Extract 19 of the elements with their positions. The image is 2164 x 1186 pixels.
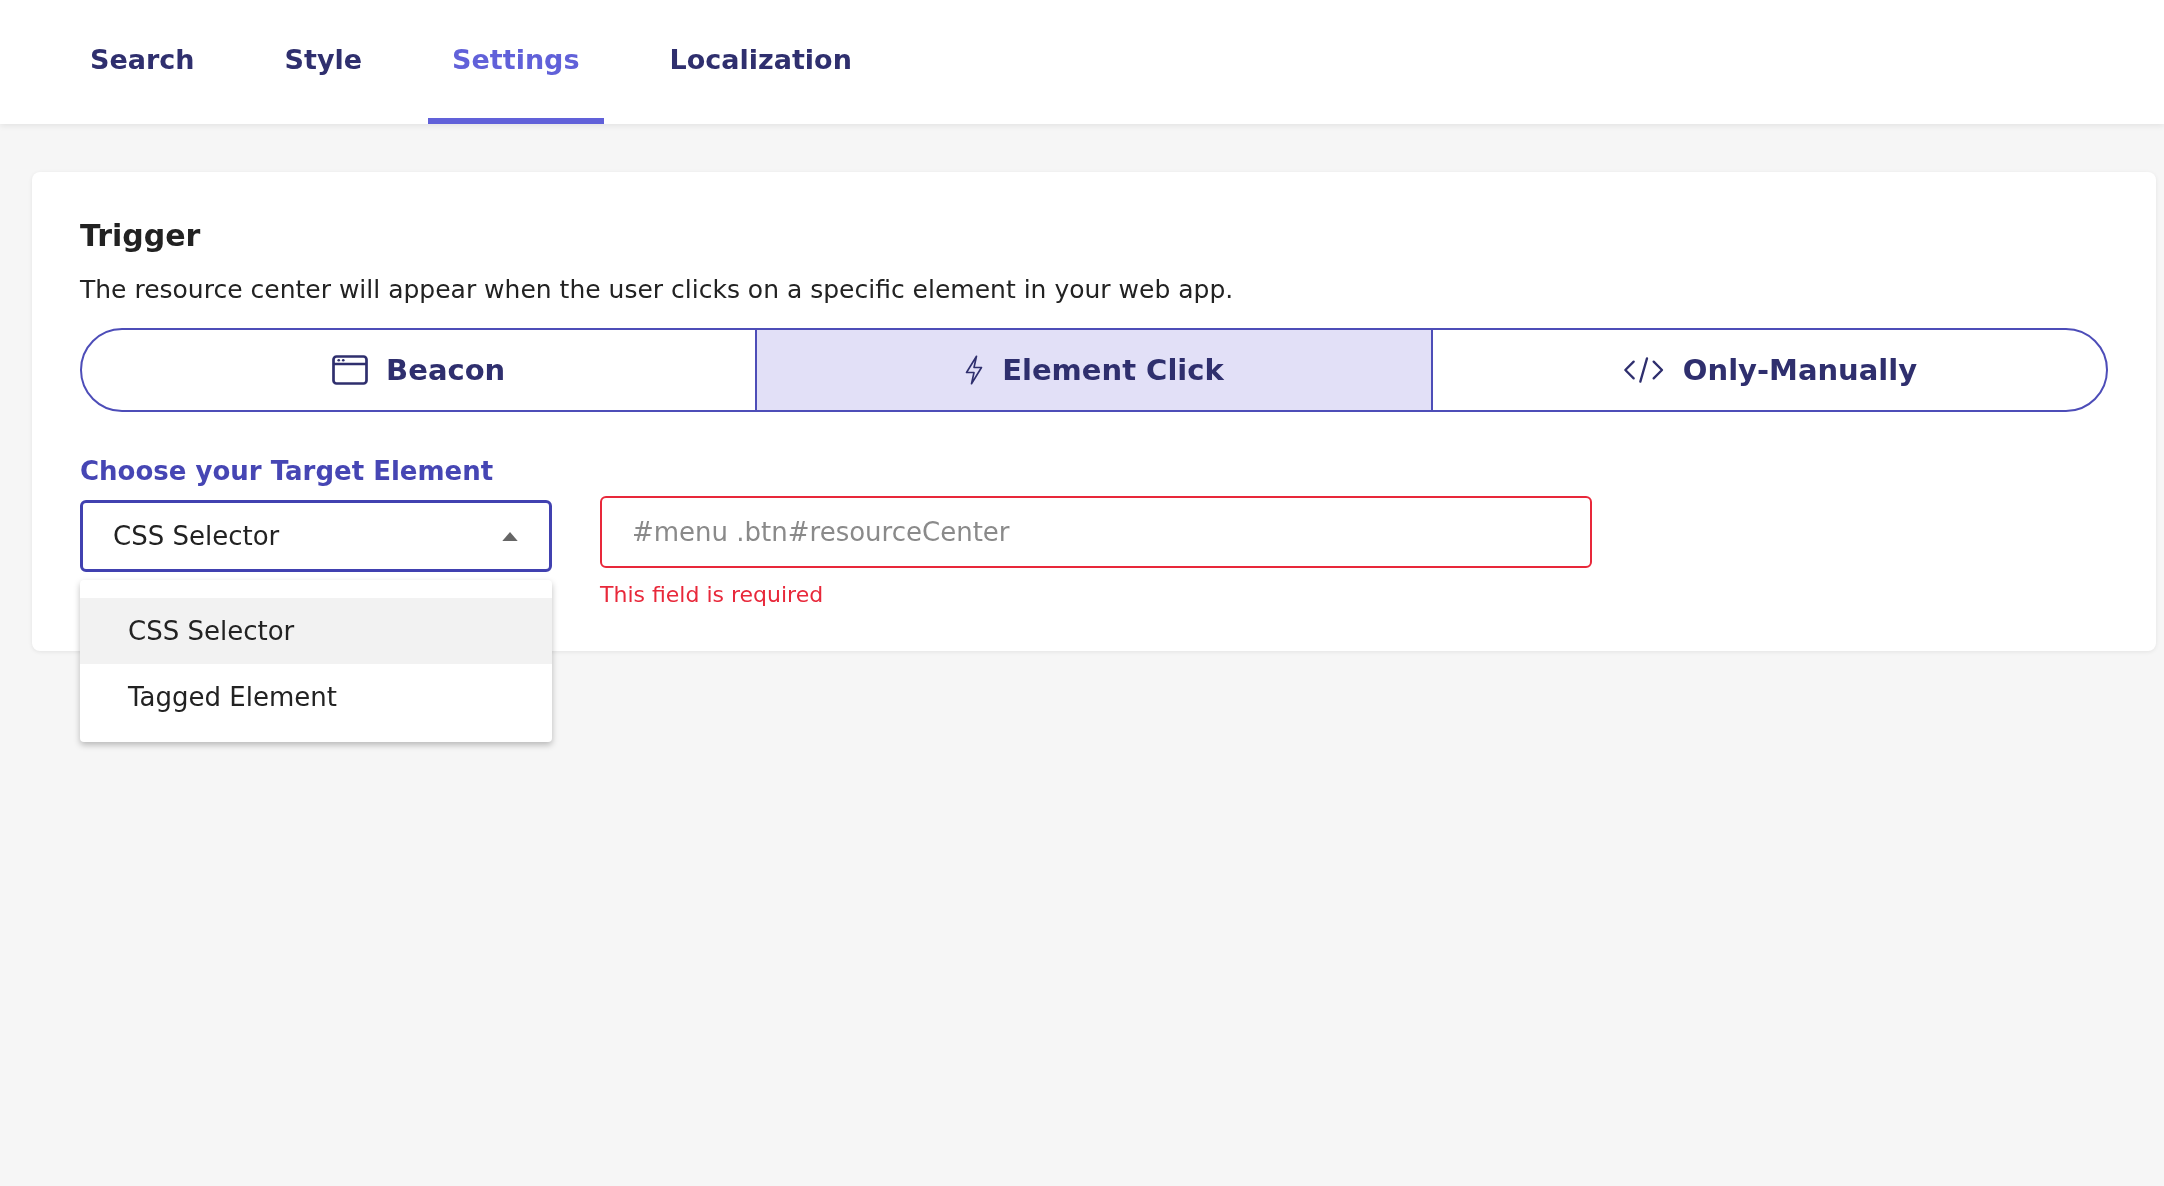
section-description: The resource center will appear when the user clicks on a specific element in your web app.	[80, 275, 1235, 304]
menu-item[interactable]: CSS Selector	[80, 598, 552, 664]
css-selector-field[interactable]: #menu .btn#resourceCenter	[600, 496, 1592, 568]
tab[interactable]: Settings	[428, 0, 604, 124]
section-title: Trigger	[80, 218, 202, 253]
field-label: Choose your Target Element	[80, 456, 495, 486]
tab[interactable]: Search	[66, 0, 219, 124]
menu-item[interactable]: Tagged Element	[80, 664, 552, 730]
tab[interactable]: Localization	[645, 0, 876, 124]
target-select[interactable]: CSS Selector	[80, 500, 552, 572]
error-message: This field is required	[600, 582, 825, 607]
caret-icon	[501, 530, 519, 542]
lightning-icon	[964, 355, 985, 385]
trigger-option[interactable]: Element Click	[755, 330, 1431, 410]
trigger-option[interactable]: Only-Manually	[1430, 330, 2106, 410]
tab[interactable]: Style	[260, 0, 387, 124]
code-icon	[1621, 355, 1665, 385]
trigger-option[interactable]: Beacon	[82, 330, 756, 410]
window-icon	[332, 355, 369, 385]
